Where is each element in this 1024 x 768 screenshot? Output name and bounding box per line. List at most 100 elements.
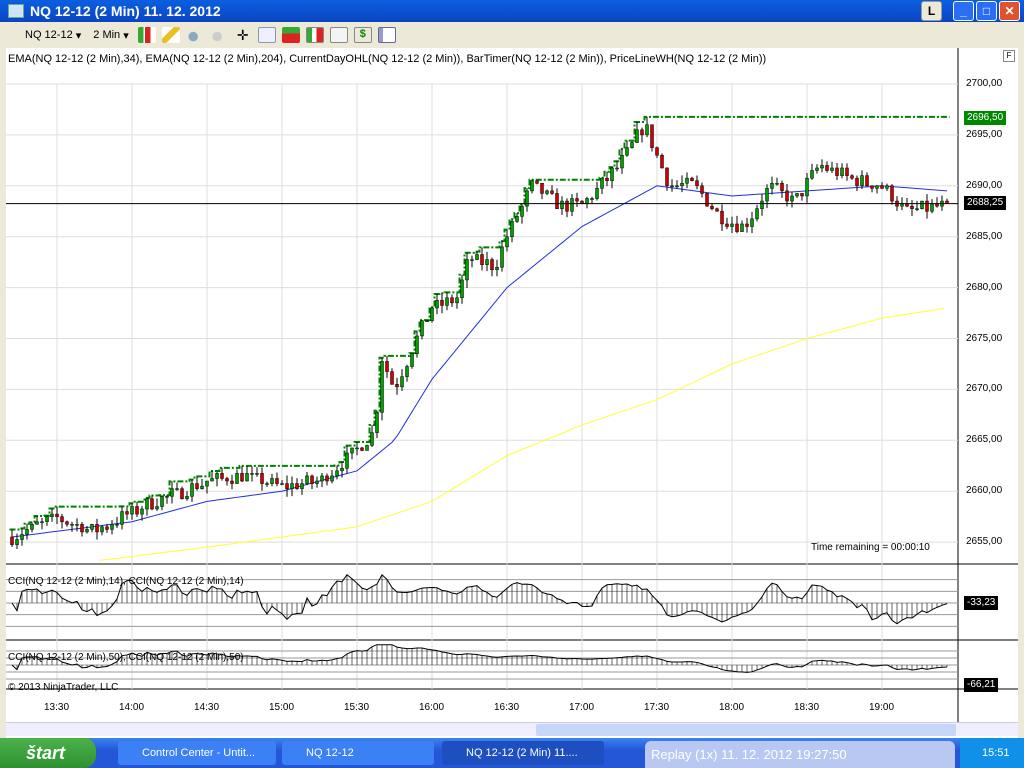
- maximize-button[interactable]: □: [976, 1, 997, 21]
- candle-body: [660, 155, 664, 169]
- candle-body: [225, 478, 229, 482]
- candle-body: [830, 167, 834, 171]
- chart-toolbar: NQ 12-12 ▾ 2 Min ▾ ✛ $: [0, 22, 1024, 48]
- candle-body: [110, 524, 114, 530]
- candle-body: [45, 516, 49, 522]
- candle-body: [500, 246, 504, 268]
- instrument-selector[interactable]: NQ 12-12 ▾: [22, 25, 84, 45]
- candle-body: [795, 193, 799, 197]
- candle-body: [910, 205, 914, 209]
- candle-body: [40, 521, 44, 523]
- candle-body: [605, 177, 609, 181]
- candle-body: [515, 216, 519, 222]
- candle-body: [520, 205, 524, 217]
- candle-body: [360, 447, 364, 451]
- candle-body: [435, 300, 439, 309]
- minimize-button[interactable]: _: [953, 1, 974, 21]
- candle-body: [495, 266, 499, 271]
- chart-window[interactable]: EMA(NQ 12-12 (2 Min),34), EMA(NQ 12-12 (…: [6, 48, 1018, 738]
- zoom-out-icon[interactable]: [209, 27, 228, 43]
- candle-body: [260, 473, 264, 484]
- candle-body: [695, 180, 699, 187]
- candle-body: [25, 529, 29, 535]
- candle-body: [390, 371, 394, 385]
- candle-body: [610, 167, 614, 181]
- candle-body: [930, 203, 934, 212]
- candle-body: [455, 297, 459, 304]
- candle-body: [860, 175, 864, 187]
- candle-body: [585, 198, 589, 204]
- candle-body: [175, 488, 179, 490]
- candle-body: [55, 513, 59, 517]
- candle-body: [625, 147, 629, 156]
- close-button[interactable]: ✕: [999, 1, 1020, 21]
- interval-selector[interactable]: 2 Min ▾: [90, 25, 131, 45]
- candle-body: [680, 183, 684, 187]
- bar-style-icon[interactable]: [137, 27, 156, 43]
- candle-body: [885, 185, 889, 189]
- candle-body: [200, 485, 204, 489]
- system-tray-clock: 15:51: [960, 738, 1024, 768]
- candle-body: [145, 498, 149, 510]
- candle-body: [805, 177, 809, 197]
- candle-body: [345, 452, 349, 469]
- candle-body: [250, 473, 254, 475]
- candle-body: [205, 480, 209, 487]
- candle-body: [190, 483, 194, 497]
- zoom-in-icon[interactable]: [185, 27, 204, 43]
- cci50-value-tag: -66,21: [964, 678, 999, 692]
- last-price-tag: 2688,25: [964, 196, 1007, 210]
- chart-app-icon: [8, 4, 24, 18]
- candle-body: [650, 124, 654, 148]
- magnifier-icon[interactable]: [257, 27, 276, 43]
- candle-body: [470, 259, 474, 261]
- candle-body: [615, 167, 619, 170]
- task-control-center[interactable]: Control Center - Untit...: [118, 741, 276, 765]
- candle-body: [780, 183, 784, 192]
- chart-canvas[interactable]: [6, 48, 1018, 722]
- candle-body: [655, 147, 659, 156]
- candle-body: [370, 432, 374, 446]
- candle-body: [915, 208, 919, 210]
- link-button[interactable]: L: [921, 1, 942, 21]
- candle-body: [865, 175, 869, 187]
- candle-body: [240, 473, 244, 482]
- candle-body: [130, 506, 134, 515]
- candle-body: [50, 513, 54, 517]
- dollar-icon[interactable]: $: [353, 27, 372, 43]
- candle-body: [235, 473, 239, 484]
- order-entry-icon[interactable]: [281, 27, 300, 43]
- candle-body: [490, 259, 494, 271]
- candle-body: [545, 190, 549, 194]
- candle-body: [730, 223, 734, 227]
- candle-body: [80, 524, 84, 533]
- candle-body: [300, 483, 304, 489]
- pencil-icon[interactable]: [161, 27, 180, 43]
- candle-body: [290, 483, 294, 489]
- candle-body: [295, 483, 299, 489]
- ema-204-line: [99, 307, 945, 561]
- task-chart[interactable]: NQ 12-12 (2 Min) 11....: [442, 741, 604, 765]
- candle-body: [870, 185, 874, 189]
- candle-body: [270, 478, 274, 484]
- candle-body: [285, 483, 289, 489]
- scrollbar-thumb[interactable]: [536, 724, 956, 736]
- candle-body: [195, 483, 199, 489]
- maximize-panel-button[interactable]: F: [1003, 50, 1015, 62]
- horizontal-scrollbar[interactable]: [6, 722, 1018, 736]
- candle-body: [95, 524, 99, 533]
- crosshair-icon[interactable]: ✛: [234, 27, 252, 43]
- properties-icon[interactable]: [377, 27, 396, 43]
- candle-body: [570, 198, 574, 212]
- candle-body: [155, 506, 159, 510]
- candle-body: [65, 521, 69, 525]
- candle-body: [475, 254, 479, 260]
- candle-body: [705, 193, 709, 207]
- candle-body: [820, 165, 824, 169]
- task-folder[interactable]: NQ 12-12: [282, 741, 434, 765]
- start-button[interactable]: štart: [0, 738, 96, 768]
- chart-trader-icon[interactable]: [305, 27, 324, 43]
- candle-body: [635, 129, 639, 143]
- indicators-icon[interactable]: [329, 27, 348, 43]
- candle-body: [630, 142, 634, 148]
